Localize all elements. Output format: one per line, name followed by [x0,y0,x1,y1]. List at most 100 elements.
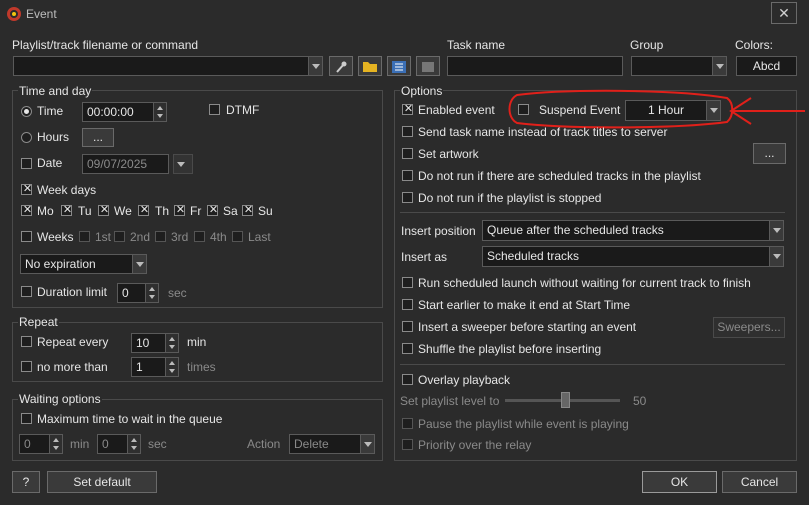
day-checkbox-tu[interactable] [61,203,73,216]
no-more-than-label: no more than [37,360,108,374]
repeat-every-checkbox[interactable] [21,336,32,347]
help-button[interactable]: ? [12,471,40,493]
weeks-checkbox[interactable] [21,231,32,242]
date-input[interactable]: 09/07/2025 [82,154,169,174]
date-checkbox[interactable] [21,158,32,169]
time-value: 00:00:00 [87,105,134,119]
cancel-button[interactable]: Cancel [722,471,797,493]
week-checkbox-1st[interactable] [79,231,90,242]
spin-up-icon[interactable] [165,358,178,367]
date-dropdown-button[interactable] [173,154,193,174]
tag-button[interactable] [416,56,440,76]
priority-relay-checkbox[interactable] [402,439,413,450]
spin-up-icon[interactable] [127,435,140,444]
day-checkbox-fr[interactable] [174,203,186,216]
duration-limit-label: Duration limit [37,285,108,299]
time-input[interactable]: 00:00:00 [82,102,167,122]
chevron-down-icon[interactable] [308,57,322,75]
spin-down-icon[interactable] [153,112,166,121]
insert-position-select[interactable]: Queue after the scheduled tracks [482,220,784,241]
open-folder-button[interactable] [358,56,382,76]
day-checkbox-su[interactable] [242,203,254,216]
sweepers-button[interactable]: Sweepers... [713,317,785,338]
spin-down-icon[interactable] [165,343,178,352]
week-checkbox-4th[interactable] [194,231,205,242]
playlist-combo[interactable] [13,56,323,76]
no-run-scheduled-label: Do not run if there are scheduled tracks… [418,169,701,183]
no-run-stopped-checkbox[interactable] [402,192,413,203]
spin-up-icon[interactable] [49,435,62,444]
microphone-button[interactable] [329,56,353,76]
wait-sec-unit: sec [148,437,167,451]
day-label-mo: Mo [37,204,54,218]
chevron-down-icon[interactable] [769,247,783,266]
weekdays-checkbox[interactable] [21,182,33,195]
window-title: Event [26,7,57,21]
weekdays-label: Week days [37,183,97,197]
close-button[interactable]: ✕ [771,2,797,24]
dtmf-checkbox[interactable] [209,104,220,115]
colors-preview[interactable]: Abcd [736,56,797,76]
playlist-list-button[interactable] [387,56,411,76]
action-select[interactable]: Delete [289,434,375,454]
day-label-th: Th [155,204,170,218]
week-label-3rd: 3rd [171,230,189,244]
day-checkbox-we[interactable] [98,203,110,216]
spin-down-icon[interactable] [49,444,62,453]
send-task-name-checkbox[interactable] [402,126,413,137]
expiration-select[interactable]: No expiration [20,254,147,274]
run-scheduled-launch-checkbox[interactable] [402,277,413,288]
wait-sec-input[interactable]: 0 [97,434,141,454]
set-artwork-checkbox[interactable] [402,148,413,159]
wait-min-input[interactable]: 0 [19,434,63,454]
spin-up-icon[interactable] [145,284,158,293]
spin-down-icon[interactable] [145,293,158,302]
overlay-playback-checkbox[interactable] [402,374,413,385]
group-label: Group [630,38,664,52]
time-radio[interactable] [21,106,32,117]
spin-down-icon[interactable] [165,367,178,376]
task-name-input[interactable] [447,56,623,76]
expiration-value: No expiration [25,257,96,271]
chevron-down-icon[interactable] [712,57,726,75]
artwork-browse-button[interactable]: ... [753,143,786,164]
insert-as-select[interactable]: Scheduled tracks [482,246,784,267]
set-default-button[interactable]: Set default [47,471,157,493]
spin-up-icon[interactable] [153,103,166,112]
ok-button[interactable]: OK [642,471,717,493]
duration-limit-checkbox[interactable] [21,286,32,297]
playlist-level-label: Set playlist level to [400,394,500,408]
week-checkbox-3rd[interactable] [155,231,166,242]
no-run-scheduled-checkbox[interactable] [402,170,413,181]
chevron-down-icon[interactable] [769,221,783,240]
week-label-4th: 4th [210,230,227,244]
enabled-event-checkbox[interactable] [402,102,414,115]
spin-down-icon[interactable] [127,444,140,453]
insert-sweeper-checkbox[interactable] [402,321,413,332]
max-wait-checkbox[interactable] [21,413,32,424]
repeat-every-input[interactable]: 10 [131,333,179,353]
hours-radio[interactable] [21,132,32,143]
chevron-down-icon[interactable] [132,255,146,273]
spin-up-icon[interactable] [165,334,178,343]
day-checkbox-mo[interactable] [21,203,33,216]
day-checkbox-th[interactable] [138,203,150,216]
wait-min-unit: min [70,437,90,451]
no-more-than-checkbox[interactable] [21,361,32,372]
max-wait-label: Maximum time to wait in the queue [37,412,223,426]
duration-limit-input[interactable]: 0 [117,283,159,303]
week-checkbox-2nd[interactable] [114,231,125,242]
pause-playlist-checkbox[interactable] [402,418,413,429]
no-more-than-input[interactable]: 1 [131,357,179,377]
day-checkbox-sa[interactable] [207,203,219,216]
group-combo[interactable] [631,56,727,76]
chevron-down-icon[interactable] [360,435,374,453]
hours-button[interactable]: ... [82,128,114,147]
colors-label: Colors: [735,38,774,52]
playlist-level-slider-thumb[interactable] [561,392,570,408]
shuffle-playlist-checkbox[interactable] [402,343,413,354]
week-checkbox-last[interactable] [232,231,243,242]
pause-playlist-label: Pause the playlist while event is playin… [418,417,629,431]
insert-position-label: Insert position [401,224,476,238]
start-earlier-checkbox[interactable] [402,299,413,310]
